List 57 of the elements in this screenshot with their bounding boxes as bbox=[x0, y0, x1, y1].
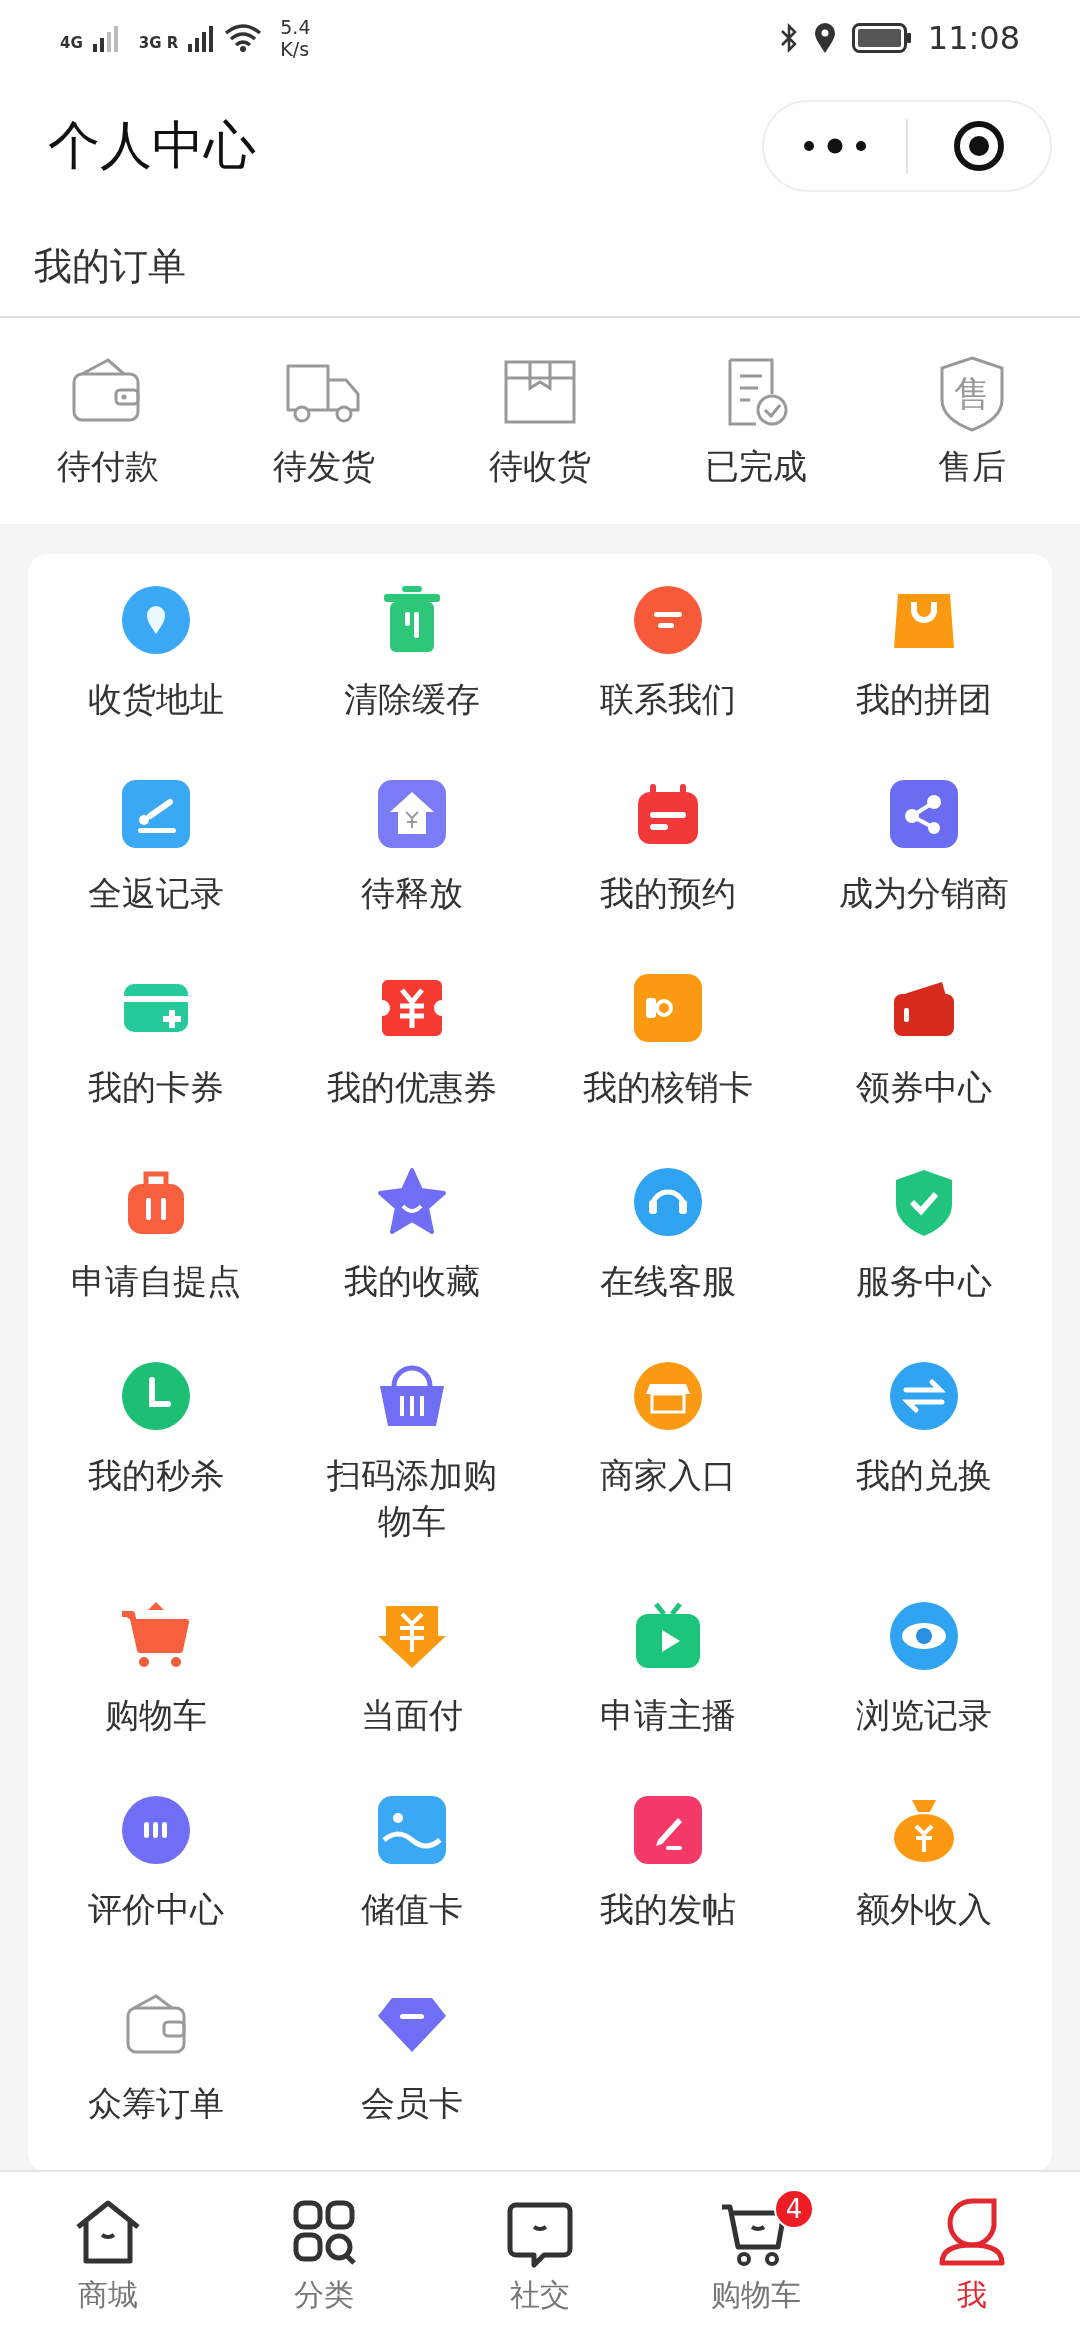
count-badge: 4 bbox=[774, 2188, 814, 2229]
tab-item[interactable]: 我 bbox=[872, 2188, 1072, 2324]
signal-icon bbox=[92, 24, 119, 52]
service-item[interactable]: 评价中心 bbox=[28, 1764, 284, 1958]
service-item[interactable]: 我的核销卡 bbox=[540, 942, 796, 1136]
service-item[interactable]: 众筹订单 bbox=[28, 1958, 284, 2152]
service-item[interactable]: 扫码添加购物车 bbox=[284, 1330, 540, 1570]
service-item[interactable]: 我的秒杀 bbox=[28, 1330, 284, 1570]
service-item[interactable]: 清除缓存 bbox=[284, 554, 540, 748]
more-icon[interactable] bbox=[803, 138, 867, 154]
bluetooth-icon bbox=[779, 22, 798, 54]
service-item[interactable]: 我的拼团 bbox=[796, 554, 1052, 748]
service-item[interactable]: 联系我们 bbox=[540, 554, 796, 748]
wifi-icon bbox=[224, 23, 263, 53]
service-item[interactable]: 额外收入 bbox=[796, 1764, 1052, 1958]
service-item[interactable]: 当面付 bbox=[284, 1570, 540, 1764]
page-title: 个人中心 bbox=[48, 114, 257, 177]
service-item[interactable]: 在线客服 bbox=[540, 1136, 796, 1330]
service-item[interactable]: 商家入口 bbox=[540, 1330, 796, 1570]
icon-glyph: 售 bbox=[954, 375, 990, 413]
service-item[interactable]: 收货地址 bbox=[28, 554, 284, 748]
order-status-button[interactable]: 待付款 bbox=[13, 354, 203, 490]
tab-item[interactable]: 购物车 4 bbox=[656, 2188, 856, 2324]
service-item[interactable]: 我的卡券 bbox=[28, 942, 284, 1136]
service-item[interactable]: 我的预约 bbox=[540, 748, 796, 942]
network-label: 3G R bbox=[138, 34, 179, 52]
service-item[interactable]: 我的发帖 bbox=[540, 1764, 796, 1958]
service-item[interactable]: 购物车 bbox=[28, 1570, 284, 1764]
service-item[interactable]: 储值卡 bbox=[284, 1764, 540, 1958]
order-status-button[interactable]: 已完成 bbox=[661, 354, 851, 490]
service-item[interactable]: 全返记录 bbox=[28, 748, 284, 942]
signal-icon bbox=[188, 24, 215, 52]
tab-item[interactable]: 分类 bbox=[224, 2188, 424, 2324]
order-status-button[interactable]: 待发货 bbox=[229, 354, 419, 490]
service-item[interactable]: 待释放 bbox=[284, 748, 540, 942]
service-item[interactable]: 浏览记录 bbox=[796, 1570, 1052, 1764]
section-title: 我的订单 bbox=[0, 216, 1080, 318]
tab-item[interactable]: 商城 bbox=[8, 2188, 208, 2324]
service-item[interactable]: 领券中心 bbox=[796, 942, 1052, 1136]
close-target-icon[interactable] bbox=[952, 119, 1006, 173]
order-status-button[interactable]: 售 售后 bbox=[877, 354, 1067, 490]
service-item[interactable]: 申请主播 bbox=[540, 1570, 796, 1764]
service-item[interactable]: 我的收藏 bbox=[284, 1136, 540, 1330]
service-item[interactable]: 会员卡 bbox=[284, 1958, 540, 2152]
service-item[interactable]: 我的优惠券 bbox=[284, 942, 540, 1136]
order-status-button[interactable]: 待收货 bbox=[445, 354, 635, 490]
battery-icon bbox=[851, 23, 912, 53]
speed-unit: K/s bbox=[280, 38, 311, 60]
network-speed: 5.4 bbox=[280, 16, 311, 38]
network-label: 4G bbox=[60, 34, 83, 52]
tab-item[interactable]: 社交 bbox=[440, 2188, 640, 2324]
service-item[interactable]: 我的兑换 bbox=[796, 1330, 1052, 1570]
service-item[interactable]: 申请自提点 bbox=[28, 1136, 284, 1330]
location-icon bbox=[813, 22, 836, 54]
clock-time: 11:08 bbox=[927, 19, 1020, 57]
service-item[interactable]: 服务中心 bbox=[796, 1136, 1052, 1330]
service-item[interactable]: 成为分销商 bbox=[796, 748, 1052, 942]
